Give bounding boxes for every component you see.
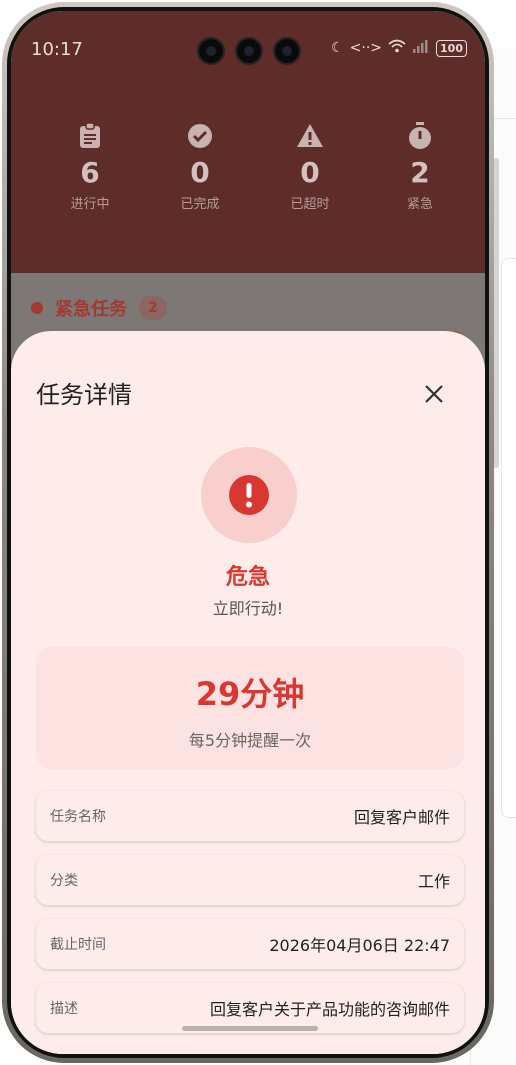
field-task-name: 任务名称 回复客户邮件 (36, 791, 464, 841)
close-icon (425, 385, 443, 403)
stat-label: 已完成 (180, 197, 220, 212)
stats-row: 6 进行中 0 已完成 0 已超时 2 紧急 (11, 121, 485, 212)
sheet-title: 任务详情 (36, 381, 132, 409)
field-label: 描述 (50, 1001, 78, 1017)
urgent-section-title: 紧急任务 (55, 299, 127, 320)
status-bar: 10:17 ☾ <··> 100 (11, 11, 485, 81)
phone-screen: 10:17 ☾ <··> 100 6 进行中 0 已完成 0 已超时 2 紧急 … (11, 11, 485, 1054)
stat-value: 0 (300, 156, 320, 189)
stat-overdue[interactable]: 0 已超时 (255, 121, 365, 212)
camera-icon (197, 37, 225, 65)
field-label: 分类 (50, 873, 78, 889)
stopwatch-icon (365, 121, 475, 151)
home-indicator[interactable] (182, 1026, 318, 1031)
priority-hint: 立即行动! (212, 599, 284, 618)
stat-urgent[interactable]: 2 紧急 (365, 121, 475, 212)
urgent-section-header: 紧急任务 2 (31, 295, 167, 321)
camera-icon (235, 37, 263, 65)
stat-label: 紧急 (406, 197, 433, 212)
countdown-value: 29分钟 (195, 675, 305, 713)
signal-icon (412, 39, 430, 57)
stat-value: 0 (190, 156, 210, 189)
reminder-frequency: 每5分钟提醒一次 (188, 731, 312, 750)
urgent-count-badge: 2 (139, 296, 167, 320)
field-category: 分类 工作 (36, 855, 464, 905)
clipboard-icon (35, 121, 145, 151)
status-icons: ☾ <··> 100 (331, 39, 467, 57)
close-button[interactable] (421, 381, 447, 407)
alert-icon (229, 475, 269, 515)
priority-badge (201, 447, 297, 543)
wifi-icon (388, 39, 406, 57)
priority-level: 危急 (225, 565, 270, 590)
field-label: 任务名称 (50, 809, 106, 825)
phone-frame: 10:17 ☾ <··> 100 6 进行中 0 已完成 0 已超时 2 紧急 … (2, 2, 494, 1063)
check-circle-icon (145, 121, 255, 151)
field-deadline: 截止时间 2026年04月06日 22:47 (36, 919, 464, 969)
camera-icon (273, 37, 301, 65)
field-value: 工作 (417, 872, 450, 891)
stat-value: 6 (80, 156, 100, 189)
urgent-dot (31, 302, 43, 314)
status-time: 10:17 (31, 39, 83, 60)
background-panel (501, 258, 516, 818)
warning-icon (255, 121, 365, 151)
moon-icon: ☾ (331, 40, 344, 56)
field-label: 截止时间 (50, 937, 106, 953)
battery-icon: 100 (436, 39, 467, 57)
data-transfer-icon: <··> (349, 40, 383, 56)
stat-in-progress[interactable]: 6 进行中 (35, 121, 145, 212)
field-value: 2026年04月06日 22:47 (269, 936, 450, 955)
stat-completed[interactable]: 0 已完成 (145, 121, 255, 212)
field-value: 回复客户邮件 (353, 808, 450, 827)
stat-label: 已超时 (290, 197, 330, 212)
stat-label: 进行中 (70, 197, 110, 212)
stat-value: 2 (410, 156, 430, 189)
task-detail-sheet: 任务详情 危急 立即行动! 29分钟 每5分钟提醒一次 任务名称 回复客户邮件 … (11, 331, 485, 1054)
countdown-card: 29分钟 每5分钟提醒一次 (36, 647, 464, 769)
field-value: 回复客户关于产品功能的咨询邮件 (209, 1000, 450, 1019)
dashboard-header: 10:17 ☾ <··> 100 6 进行中 0 已完成 0 已超时 2 紧急 (11, 11, 485, 273)
